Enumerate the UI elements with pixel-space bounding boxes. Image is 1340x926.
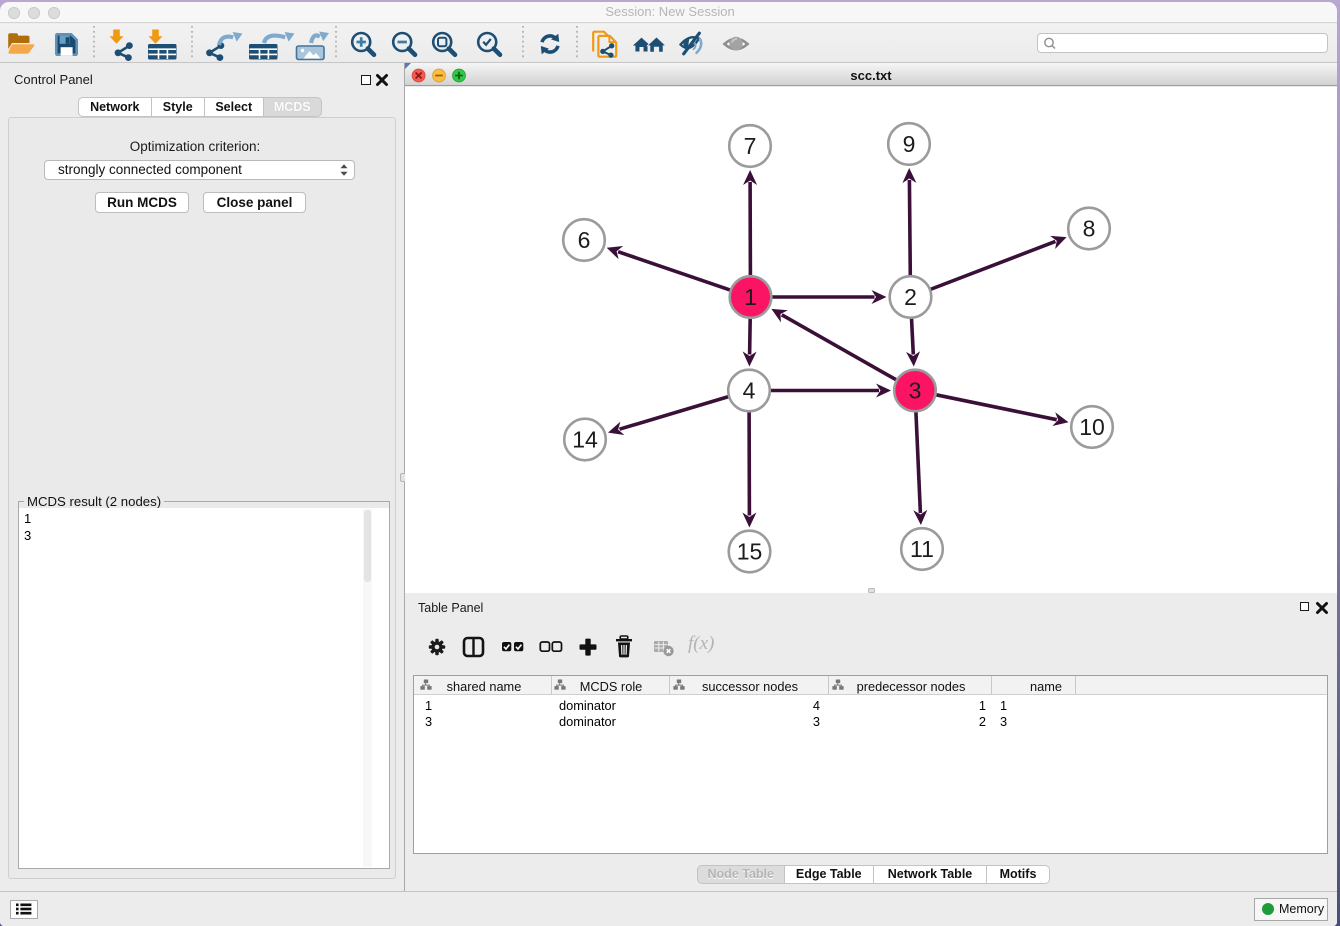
svg-text:7: 7 [744,133,757,159]
svg-text:9: 9 [903,131,916,157]
svg-text:3: 3 [909,378,922,404]
svg-text:15: 15 [737,539,763,565]
svg-text:11: 11 [910,536,934,562]
svg-text:6: 6 [578,227,591,253]
svg-text:4: 4 [743,378,756,404]
svg-text:8: 8 [1083,216,1096,242]
svg-text:10: 10 [1079,414,1105,440]
svg-text:2: 2 [904,284,917,310]
svg-text:14: 14 [572,427,598,453]
svg-text:1: 1 [744,284,757,310]
